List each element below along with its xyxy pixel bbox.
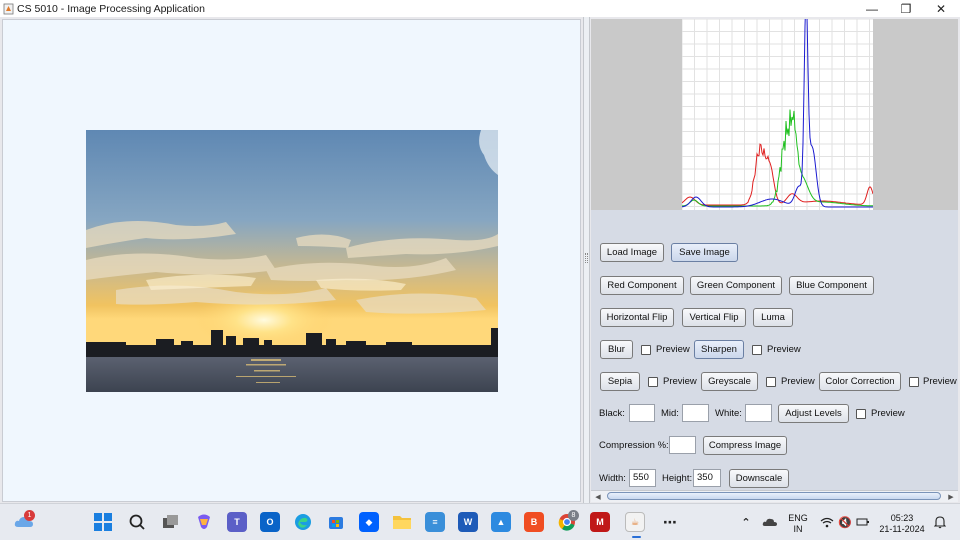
vertical-flip-button[interactable]: Vertical Flip [682,308,746,327]
color-correction-button[interactable]: Color Correction [819,372,901,391]
start-icon[interactable] [93,512,113,532]
language-indicator[interactable]: ENG IN [784,513,812,535]
outlook-icon[interactable]: O [260,512,280,532]
close-button[interactable]: ✕ [924,0,958,17]
task-view-icon[interactable] [161,512,181,532]
image-display-panel [2,19,581,502]
sepia-preview-label: Preview [663,376,697,387]
luma-button[interactable]: Luma [753,308,793,327]
language-top: ENG [788,513,808,523]
save-image-button[interactable]: Save Image [671,243,738,262]
clock-time: 05:23 [890,513,914,523]
photos-icon[interactable]: ▲ [491,512,511,532]
battery-icon[interactable] [853,512,873,532]
dropbox-icon[interactable]: ◆ [359,512,379,532]
mcafee-icon[interactable]: M [590,512,610,532]
sepia-preview-checkbox[interactable] [648,377,658,387]
show-hidden-icons-icon[interactable]: ⌃ [736,512,756,532]
search-icon[interactable] [127,512,147,532]
weather-badge: 1 [24,510,35,521]
compression-field[interactable] [669,436,696,454]
more-icon[interactable]: ⋯ [660,512,680,532]
controls-area: Load Image Save Image Red Component Gree… [591,210,958,490]
height-field[interactable]: 350 [693,469,721,487]
clock[interactable]: 05:23 21-11-2024 [876,513,928,535]
store-icon[interactable] [326,512,346,532]
blur-preview-label: Preview [656,344,690,355]
compression-label: Compression %: [599,440,669,451]
edge-icon[interactable] [293,512,313,532]
width-field[interactable]: 550 [629,469,656,487]
language-bottom: IN [793,524,803,534]
blur-preview-checkbox[interactable] [641,345,651,355]
green-component-button[interactable]: Green Component [690,276,782,295]
red-component-button[interactable]: Red Component [600,276,684,295]
blur-button[interactable]: Blur [600,340,633,359]
divider-grip-icon[interactable] [585,253,588,263]
load-image-button[interactable]: Load Image [600,243,664,262]
scrollbar-thumb[interactable] [607,492,941,500]
white-field[interactable] [745,404,772,422]
width-label: Width: [599,473,626,484]
scroll-right-icon[interactable]: ▶ [945,491,957,502]
split-pane-divider[interactable] [583,17,590,503]
java-icon[interactable]: ☕ [625,512,645,532]
greyscale-preview-checkbox[interactable] [766,377,776,387]
histogram-chart [681,0,874,210]
chrome-badge: 8 [568,510,579,521]
sharpen-preview-label: Preview [767,344,801,355]
blue-component-button[interactable]: Blue Component [789,276,874,295]
adjust-levels-button[interactable]: Adjust Levels [778,404,849,423]
java-active-indicator [632,536,641,538]
adjust-levels-preview-checkbox[interactable] [856,409,866,419]
taskbar: 1 T O ◆ ≡ W ▲ B 8 M ☕ ⋯ ⌃ ENG IN 🔇 05:23… [0,503,960,540]
file-explorer-icon[interactable] [392,512,412,532]
app-frame: Load Image Save Image Red Component Gree… [0,0,960,503]
title-bar: CS 5010 - Image Processing Application [0,0,960,17]
copilot-icon[interactable] [194,512,214,532]
color-correction-preview-label: Preview [923,376,957,387]
black-field[interactable] [629,404,655,422]
color-correction-preview-checkbox[interactable] [909,377,919,387]
notification-bell-icon[interactable] [930,512,950,532]
black-label: Black: [599,408,625,419]
java-app-icon [2,3,14,15]
mid-label: Mid: [661,408,679,419]
downscale-button[interactable]: Downscale [729,469,789,488]
white-label: White: [715,408,742,419]
clock-date: 21-11-2024 [879,524,925,534]
sharpen-preview-checkbox[interactable] [752,345,762,355]
sepia-button[interactable]: Sepia [600,372,640,391]
control-panel: Load Image Save Image Red Component Gree… [591,0,958,502]
wifi-icon[interactable] [817,512,837,532]
scroll-left-icon[interactable]: ◀ [592,491,604,502]
teams-icon[interactable]: T [227,512,247,532]
greyscale-preview-label: Preview [781,376,815,387]
height-label: Height: [662,473,693,484]
greyscale-button[interactable]: Greyscale [701,372,758,391]
notepad-icon[interactable]: ≡ [425,512,445,532]
mid-field[interactable] [682,404,709,422]
loaded-image [86,130,498,392]
brave-icon[interactable]: B [524,512,544,532]
restore-button[interactable]: ❐ [889,0,923,17]
compress-image-button[interactable]: Compress Image [703,436,787,455]
histogram-panel [591,0,958,210]
histogram-grid [681,18,873,210]
word-icon[interactable]: W [458,512,478,532]
volume-muted-icon[interactable]: 🔇 [835,512,855,532]
horizontal-scrollbar[interactable]: ◀ ▶ [591,490,958,502]
adjust-levels-preview-label: Preview [871,408,905,419]
sharpen-button[interactable]: Sharpen [694,340,744,359]
horizontal-flip-button[interactable]: Horizontal Flip [600,308,674,327]
onedrive-icon[interactable] [760,512,780,532]
minimize-button[interactable]: — [855,0,889,17]
window-title: CS 5010 - Image Processing Application [17,2,205,15]
